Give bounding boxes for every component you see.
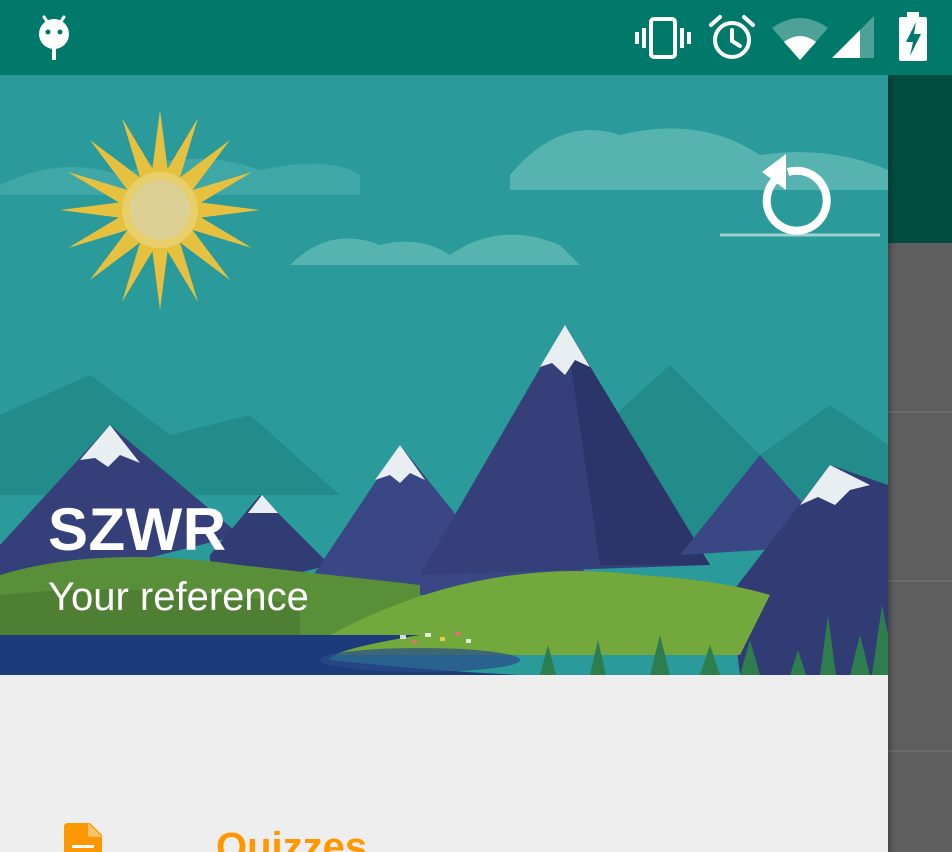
alarm-icon [709, 15, 755, 59]
document-icon [64, 823, 102, 852]
list-divider [888, 580, 952, 582]
refresh-icon [762, 154, 831, 235]
drawer-item-label: Quizzes [216, 825, 368, 852]
drawer-header: SZWR Your reference [0, 75, 888, 675]
app-toolbar-dimmed [888, 75, 952, 243]
drawer-header-subtitle: Your reference [48, 575, 309, 619]
vibrate-icon [635, 17, 691, 59]
android-debug-icon [39, 15, 69, 60]
cell-signal-icon [832, 16, 874, 58]
battery-charging-icon [899, 12, 927, 61]
refresh-button[interactable] [742, 150, 832, 240]
app-content-dimmed [888, 243, 952, 852]
status-bar [0, 0, 952, 75]
list-divider [888, 411, 952, 413]
list-divider [888, 750, 952, 752]
wifi-icon [772, 18, 828, 60]
drawer-item-quizzes[interactable]: Quizzes [0, 675, 888, 852]
navigation-drawer: SZWR Your reference Quizzes [0, 75, 888, 852]
drawer-header-title: SZWR [48, 496, 227, 563]
